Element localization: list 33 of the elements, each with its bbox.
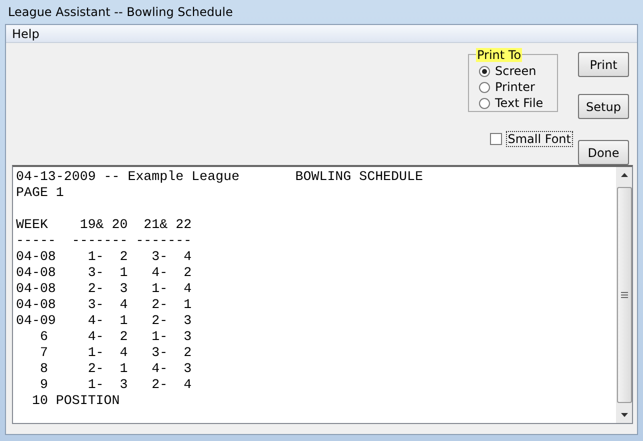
radio-button[interactable] (479, 98, 490, 108)
radio-label[interactable]: Screen (495, 64, 536, 78)
report-line: 04-08 3- 4 2- 1 (16, 297, 192, 313)
scroll-down-icon[interactable] (620, 413, 628, 417)
radio-button[interactable] (479, 82, 490, 92)
checkbox[interactable] (490, 133, 502, 145)
grip-icon (620, 292, 628, 298)
radio-label[interactable]: Printer (495, 80, 535, 94)
radio-button[interactable] (479, 66, 490, 76)
report-line: WEEK 19& 20 21& 22 (16, 217, 192, 233)
report-line: 04-13-2009 -- Example League BOWLING SCHEDULE (16, 169, 423, 185)
push-button[interactable]: Done (578, 140, 629, 165)
radio-label[interactable]: Text File (495, 96, 544, 110)
scroll-up-icon[interactable] (620, 173, 628, 177)
report-line: 04-08 3- 1 4- 2 (16, 265, 192, 281)
report-line: 04-08 1- 2 3- 4 (16, 249, 192, 265)
push-button[interactable]: Print (578, 52, 629, 77)
checkbox-label[interactable]: Small Font (506, 131, 573, 147)
window-title: League Assistant -- Bowling Schedule (7, 4, 234, 21)
menu-item[interactable]: Help (12, 26, 40, 40)
report-line: 6 4- 2 1- 3 (38, 329, 192, 345)
scroll-thumb[interactable] (616, 187, 632, 403)
report-line: 04-08 2- 3 1- 4 (16, 281, 192, 297)
push-button[interactable]: Setup (578, 94, 629, 119)
report-line: 04-09 4- 1 2- 3 (16, 313, 192, 329)
report-line: 10 POSITION (30, 393, 120, 409)
report-line: PAGE 1 (16, 185, 64, 201)
report-line: 8 2- 1 4- 3 (38, 361, 192, 377)
report-line: ----- ------- ------- (16, 233, 192, 249)
vertical-scrollbar[interactable] (616, 167, 632, 423)
report-line: 9 1- 3 2- 4 (38, 377, 192, 393)
report-line: 7 1- 4 3- 2 (38, 345, 192, 361)
group-label: Print To (476, 48, 522, 62)
